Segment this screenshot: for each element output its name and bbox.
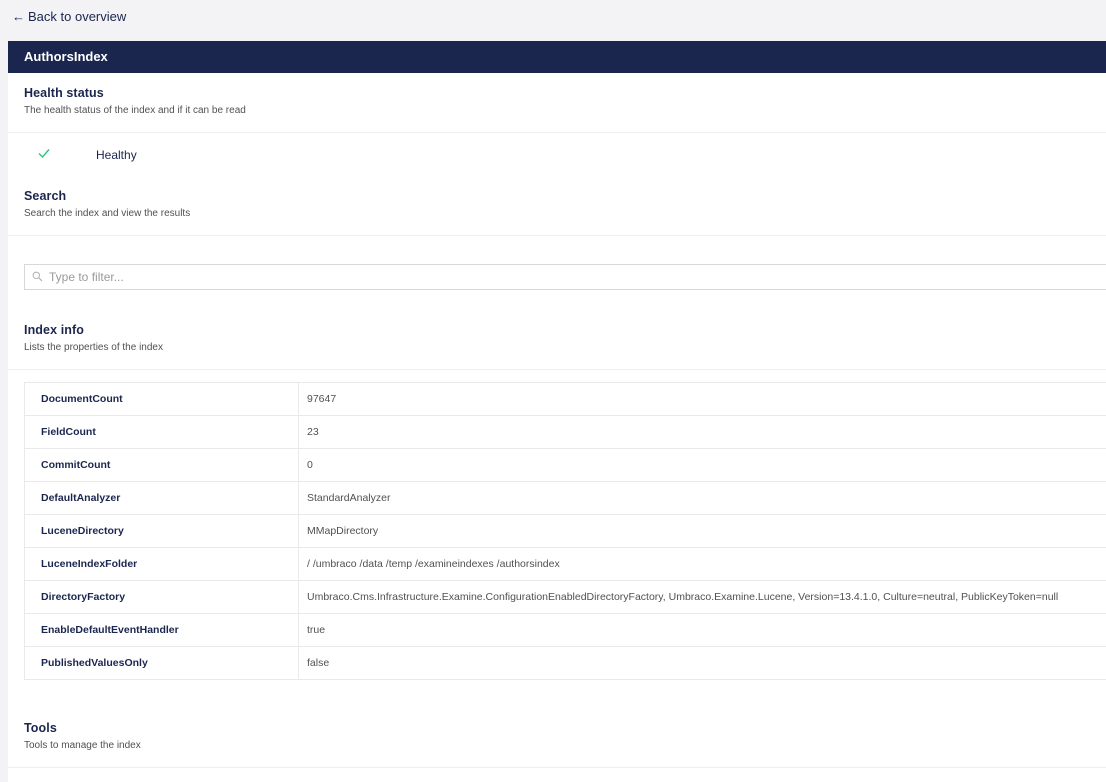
table-row: PublishedValuesOnly false [24,646,1106,680]
tools-title: Tools [24,721,57,735]
property-name: DocumentCount [24,382,299,416]
index-info-title: Index info [24,323,85,337]
back-to-overview-link[interactable]: ← Back to overview [12,9,126,24]
table-row: DocumentCount 97647 [24,382,1106,416]
table-row: DefaultAnalyzer StandardAnalyzer [24,481,1106,515]
health-status-description: The health status of the index and if it… [24,105,246,116]
health-status-title: Health status [24,86,104,100]
search-icon [32,271,43,282]
property-name: FieldCount [24,415,299,449]
index-info-table: DocumentCount 97647 FieldCount 23 Commit… [24,382,1106,680]
property-value: 0 [298,448,1106,482]
table-row: DirectoryFactory Umbraco.Cms.Infrastruct… [24,580,1106,614]
table-row: FieldCount 23 [24,415,1106,449]
filter-box [24,264,1106,290]
back-arrow-icon: ← [12,9,25,24]
property-value: Umbraco.Cms.Infrastructure.Examine.Confi… [298,580,1106,614]
health-status-label: Healthy [96,148,137,162]
property-name: PublishedValuesOnly [24,646,299,680]
property-value: true [298,613,1106,647]
property-value: / /umbraco /data /temp /examineindexes /… [298,547,1106,581]
property-value: 23 [298,415,1106,449]
back-link-label: Back to overview [28,9,127,24]
property-name: LuceneDirectory [24,514,299,548]
divider [8,369,1106,370]
property-value: false [298,646,1106,680]
property-value: 97647 [298,382,1106,416]
tools-section-head: Tools Tools to manage the index [24,721,141,751]
property-name: LuceneIndexFolder [24,547,299,581]
search-description: Search the index and view the results [24,208,191,219]
table-row: EnableDefaultEventHandler true [24,613,1106,647]
tools-description: Tools to manage the index [24,740,141,751]
table-row: CommitCount 0 [24,448,1106,482]
table-row: LuceneDirectory MMapDirectory [24,514,1106,548]
property-value: StandardAnalyzer [298,481,1106,515]
table-row: LuceneIndexFolder / /umbraco /data /temp… [24,547,1106,581]
property-name: CommitCount [24,448,299,482]
divider [8,235,1106,236]
search-section-head: Search Search the index and view the res… [24,189,190,219]
property-value: MMapDirectory [298,514,1106,548]
index-info-description: Lists the properties of the index [24,342,163,353]
health-status-section-head: Health status The health status of the i… [24,86,246,116]
property-name: DefaultAnalyzer [24,481,299,515]
divider [8,767,1106,768]
health-status-row: Healthy [8,143,1106,167]
filter-input[interactable] [49,265,1099,289]
check-icon [38,149,50,159]
divider [8,132,1106,133]
search-title: Search [24,189,67,203]
property-name: EnableDefaultEventHandler [24,613,299,647]
index-info-section-head: Index info Lists the properties of the i… [24,323,163,353]
property-name: DirectoryFactory [24,580,299,614]
panel-title: AuthorsIndex [8,41,1106,73]
index-detail-panel: AuthorsIndex Health status The health st… [8,41,1106,782]
